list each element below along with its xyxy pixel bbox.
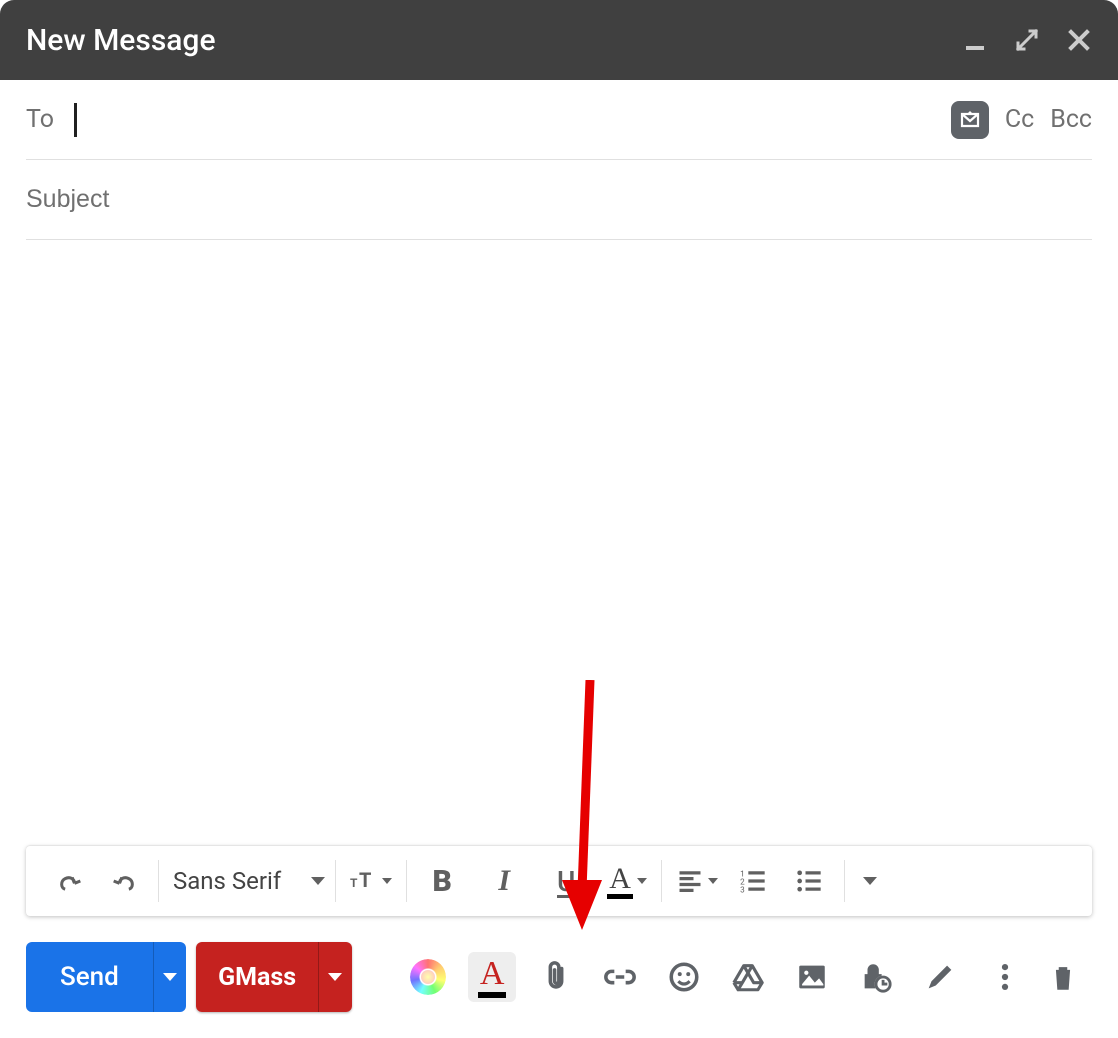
confidential-mode-button[interactable] <box>852 952 900 1002</box>
to-field-row[interactable]: To Cc Bcc <box>26 80 1092 160</box>
caret-down-icon <box>382 878 392 884</box>
more-vertical-icon <box>988 960 1022 994</box>
color-wheel-icon <box>410 959 446 995</box>
titlebar: New Message <box>0 0 1118 80</box>
drive-icon <box>731 960 765 994</box>
bulleted-list-button[interactable] <box>788 860 830 902</box>
color-picker-button[interactable] <box>404 952 452 1002</box>
fullscreen-button[interactable] <box>1014 27 1040 53</box>
message-body[interactable] <box>26 250 1092 840</box>
undo-button[interactable] <box>50 860 92 902</box>
gmass-more-button[interactable] <box>318 942 351 1012</box>
lock-clock-icon <box>859 960 893 994</box>
minimize-icon <box>963 28 987 52</box>
window-title: New Message <box>26 23 216 58</box>
numbered-list-icon: 123 <box>739 867 767 895</box>
send-button[interactable]: Send <box>26 942 186 1012</box>
caret-down-icon <box>637 878 647 884</box>
svg-text:3: 3 <box>740 885 745 895</box>
to-input[interactable] <box>77 105 951 134</box>
text-color-icon: A <box>607 864 633 899</box>
italic-icon: I <box>498 864 510 898</box>
compose-bottom-bar: Send GMass A <box>0 928 1118 1038</box>
caret-down-icon <box>863 877 877 885</box>
send-more-button[interactable] <box>153 942 186 1012</box>
send-button-label: Send <box>26 942 153 1012</box>
window-controls <box>962 27 1092 53</box>
image-icon <box>795 960 829 994</box>
compose-window: New Message To Cc Bcc <box>0 0 1118 1038</box>
italic-button[interactable]: I <box>483 860 525 902</box>
insert-drive-button[interactable] <box>724 952 772 1002</box>
numbered-list-button[interactable]: 123 <box>732 860 774 902</box>
emoji-icon <box>667 960 701 994</box>
insert-signature-button[interactable] <box>916 952 964 1002</box>
font-size-icon: TT <box>350 867 378 895</box>
caret-down-icon <box>708 878 718 884</box>
bulleted-list-icon <box>795 867 823 895</box>
formatting-toolbar: Sans Serif TT B I U A <box>26 846 1092 916</box>
text-color-button[interactable]: A <box>607 860 647 902</box>
insert-emoji-button[interactable] <box>660 952 708 1002</box>
expand-icon <box>1015 28 1039 52</box>
undo-icon <box>57 867 85 895</box>
underline-icon: U <box>557 865 575 898</box>
link-icon <box>603 960 637 994</box>
close-button[interactable] <box>1066 27 1092 53</box>
close-icon <box>1067 28 1091 52</box>
bold-icon: B <box>433 864 452 899</box>
more-formatting-button[interactable] <box>849 860 891 902</box>
underline-button[interactable]: U <box>545 860 587 902</box>
gmass-button[interactable]: GMass <box>196 942 351 1012</box>
font-family-dropdown[interactable]: Sans Serif <box>163 860 331 902</box>
caret-down-icon <box>328 973 342 981</box>
minimize-button[interactable] <box>962 27 988 53</box>
subject-field-row[interactable] <box>26 160 1092 240</box>
insert-photo-button[interactable] <box>788 952 836 1002</box>
envelope-icon <box>958 108 982 132</box>
bcc-button[interactable]: Bcc <box>1050 105 1092 134</box>
font-size-button[interactable]: TT <box>350 860 392 902</box>
caret-down-icon <box>311 877 325 885</box>
trash-icon <box>1046 960 1080 994</box>
to-field-extras: Cc Bcc <box>951 101 1092 139</box>
bottom-right-actions <box>976 952 1092 1002</box>
svg-text:T: T <box>359 868 371 892</box>
pen-icon <box>923 960 957 994</box>
caret-down-icon <box>163 973 177 981</box>
font-family-label: Sans Serif <box>173 867 281 895</box>
text-format-icon: A <box>478 957 507 998</box>
discard-draft-button[interactable] <box>1038 952 1088 1002</box>
paperclip-icon <box>539 960 573 994</box>
insert-link-button[interactable] <box>596 952 644 1002</box>
redo-button[interactable] <box>102 860 144 902</box>
bold-button[interactable]: B <box>421 860 463 902</box>
attach-file-button[interactable] <box>532 952 580 1002</box>
subject-input[interactable] <box>26 185 1092 214</box>
more-options-button[interactable] <box>980 952 1030 1002</box>
cc-button[interactable]: Cc <box>1005 105 1034 134</box>
redo-icon <box>109 867 137 895</box>
to-label: To <box>26 105 54 134</box>
svg-text:T: T <box>350 876 358 890</box>
gmass-recipient-icon[interactable] <box>951 101 989 139</box>
formatting-options-button[interactable]: A <box>468 952 516 1002</box>
align-button[interactable] <box>676 860 718 902</box>
align-left-icon <box>676 867 704 895</box>
gmass-button-label: GMass <box>196 942 318 1012</box>
